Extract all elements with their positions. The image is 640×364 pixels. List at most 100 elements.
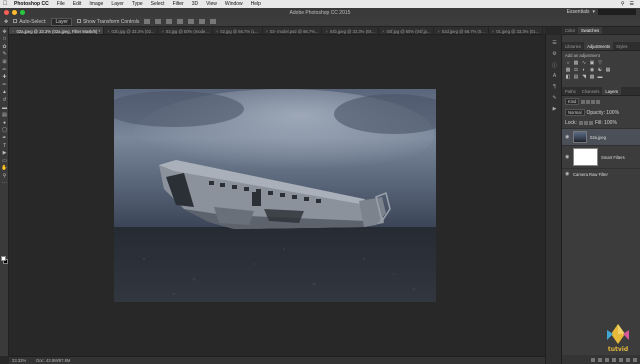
- foreground-color-swatch[interactable]: [1, 256, 6, 261]
- menu-window[interactable]: Window: [221, 1, 247, 7]
- apple-icon[interactable]: : [0, 1, 10, 7]
- align-center-icon[interactable]: [188, 19, 195, 24]
- search-box[interactable]: [598, 9, 636, 15]
- shape-tool-icon[interactable]: ▭: [1, 158, 8, 164]
- layer-row[interactable]: ◉ 02a.jpeg: [562, 128, 640, 145]
- actions-icon[interactable]: ▶: [551, 106, 558, 112]
- tab-document[interactable]: × 02a.jpeg @ 33.3% (02a.jpeg, Filter Mask…: [9, 27, 105, 34]
- brush-tool-icon[interactable]: ✏: [1, 82, 8, 88]
- eye-icon[interactable]: ◉: [565, 154, 570, 160]
- filter-pixel-icon[interactable]: [581, 99, 586, 104]
- lock-position-icon[interactable]: [583, 121, 588, 125]
- paragraph-icon[interactable]: ¶: [551, 84, 558, 90]
- tab-document[interactable]: × 02b.jpg @ 33.3% (02...: [104, 27, 159, 34]
- menu-edit[interactable]: Edit: [69, 1, 86, 7]
- crop-tool-icon[interactable]: ⊞: [1, 59, 8, 65]
- properties-icon[interactable]: ⚙: [551, 51, 558, 57]
- zoom-level[interactable]: 33.33%: [12, 358, 26, 363]
- new-adjustment-icon[interactable]: [612, 357, 616, 362]
- menu-layer[interactable]: Layer: [107, 1, 128, 7]
- character-icon[interactable]: A: [551, 73, 558, 79]
- lock-all-icon[interactable]: [588, 121, 593, 125]
- lock-pixels-icon[interactable]: [578, 121, 583, 125]
- align-top-icon[interactable]: [144, 19, 151, 24]
- levels-icon[interactable]: ▩: [573, 61, 579, 66]
- doc-size[interactable]: Doc: 43.9M/87.8M: [36, 358, 70, 363]
- blur-tool-icon[interactable]: ●: [1, 120, 8, 126]
- align-bottom-icon[interactable]: [166, 19, 173, 24]
- add-mask-icon[interactable]: [605, 357, 609, 362]
- gradient-map-icon[interactable]: ▬: [597, 75, 603, 80]
- hand-tool-icon[interactable]: ✋: [1, 165, 8, 171]
- menu-app-name[interactable]: Photoshop CC: [10, 1, 53, 7]
- menu-help[interactable]: Help: [247, 1, 265, 7]
- dodge-tool-icon[interactable]: ◯: [1, 127, 8, 133]
- color-lookup-icon[interactable]: ▦: [605, 68, 611, 73]
- tab-layers[interactable]: Layers: [602, 87, 621, 95]
- menu-type[interactable]: Type: [128, 1, 147, 7]
- menu-filter[interactable]: Filter: [169, 1, 188, 7]
- layer-name[interactable]: Camera Raw Filter: [573, 172, 608, 177]
- tab-styles[interactable]: Styles: [613, 42, 630, 50]
- exposure-icon[interactable]: ▣: [589, 61, 595, 66]
- new-group-icon[interactable]: [619, 357, 623, 362]
- document-image[interactable]: [114, 89, 436, 302]
- brush-presets-icon[interactable]: ✎: [551, 95, 558, 101]
- filter-mask-thumbnail[interactable]: [573, 148, 598, 166]
- canvas-area[interactable]: [9, 35, 545, 356]
- info-icon[interactable]: ⓘ: [551, 62, 558, 69]
- close-icon[interactable]: ×: [492, 29, 494, 34]
- menu-file[interactable]: File: [53, 1, 69, 7]
- path-select-tool-icon[interactable]: ▶: [1, 150, 8, 156]
- new-layer-icon[interactable]: [626, 357, 630, 362]
- close-icon[interactable]: ×: [107, 29, 109, 34]
- threshold-icon[interactable]: ◥: [581, 75, 587, 80]
- tab-paths[interactable]: Paths: [562, 87, 579, 95]
- history-icon[interactable]: ☰: [551, 40, 558, 46]
- eye-icon[interactable]: ◉: [565, 134, 570, 140]
- menu-3d[interactable]: 3D: [188, 1, 202, 7]
- filter-adjustment-icon[interactable]: [586, 99, 591, 104]
- tab-document[interactable]: × 03.jpg @ 50% (mode...: [158, 27, 213, 34]
- align-left-icon[interactable]: [177, 19, 184, 24]
- search-icon[interactable]: ⚲: [621, 1, 625, 7]
- close-icon[interactable]: ×: [12, 29, 14, 34]
- stamp-tool-icon[interactable]: ▲: [1, 89, 8, 95]
- trash-icon[interactable]: [633, 357, 637, 362]
- align-right-icon[interactable]: [199, 19, 206, 24]
- close-icon[interactable]: ×: [437, 29, 439, 34]
- eyedropper-tool-icon[interactable]: ✏: [1, 67, 8, 73]
- lasso-tool-icon[interactable]: ✿: [1, 44, 8, 50]
- tab-document[interactable]: × 02.jpg @ 66.7% (L...: [213, 27, 263, 34]
- close-icon[interactable]: ×: [382, 29, 384, 34]
- gradient-tool-icon[interactable]: ▤: [1, 112, 8, 118]
- color-balance-icon[interactable]: ⚖: [573, 68, 579, 73]
- opacity-control[interactable]: Opacity: 100%: [587, 110, 620, 116]
- tab-document[interactable]: × 02d.jpeg @ 66.7% (0...: [434, 27, 489, 34]
- quick-select-tool-icon[interactable]: ✎: [1, 51, 8, 57]
- curves-icon[interactable]: ∿: [581, 61, 587, 66]
- menu-image[interactable]: Image: [85, 1, 107, 7]
- brightness-icon[interactable]: ☼: [565, 61, 571, 66]
- chevron-down-icon[interactable]: ▾: [592, 9, 595, 15]
- marquee-tool-icon[interactable]: □: [1, 36, 8, 42]
- selective-color-icon[interactable]: ▩: [589, 75, 595, 80]
- menu-select[interactable]: Select: [147, 1, 169, 7]
- tab-adjustments[interactable]: Adjustments: [584, 42, 614, 50]
- type-tool-icon[interactable]: T: [1, 143, 8, 149]
- eraser-tool-icon[interactable]: ▬: [1, 105, 8, 111]
- zoom-tool-icon[interactable]: ⚲: [1, 173, 8, 179]
- layer-name[interactable]: 02a.jpeg: [590, 135, 606, 140]
- auto-select-dropdown[interactable]: Layer: [51, 17, 72, 26]
- layer-style-icon[interactable]: [598, 357, 602, 362]
- posterize-icon[interactable]: ▤: [573, 75, 579, 80]
- tab-document[interactable]: × 01.jpeg @ 33.3% (01...: [489, 27, 544, 34]
- channel-mixer-icon[interactable]: ☯: [597, 68, 603, 73]
- move-tool-icon[interactable]: ✥: [4, 19, 8, 25]
- layer-row[interactable]: ◉ Camera Raw Filter: [562, 168, 640, 179]
- tab-swatches[interactable]: Swatches: [578, 27, 603, 34]
- tab-color[interactable]: Color: [562, 27, 578, 34]
- blend-mode-dropdown[interactable]: Normal: [565, 109, 585, 116]
- filter-type-icon[interactable]: [591, 99, 596, 104]
- link-layers-icon[interactable]: [591, 357, 595, 362]
